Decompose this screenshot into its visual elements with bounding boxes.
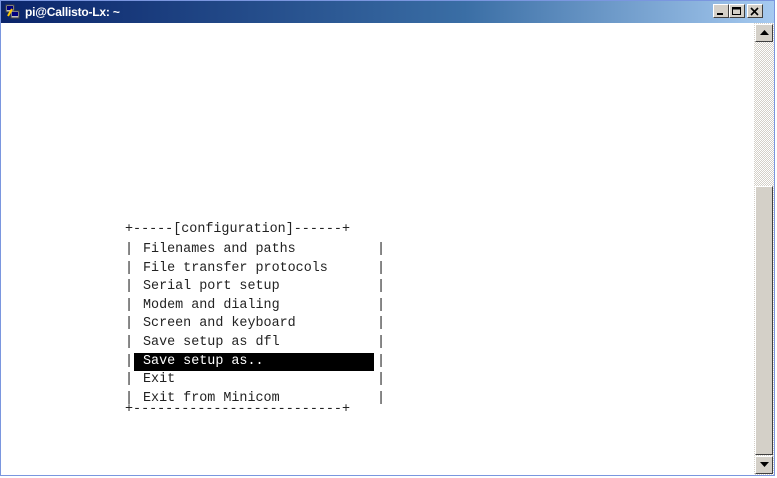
menu-item-label: Screen and keyboard bbox=[143, 316, 296, 332]
putty-icon[interactable] bbox=[5, 4, 21, 20]
menu-right-border: | bbox=[377, 316, 386, 332]
menu-right-border: | bbox=[377, 260, 386, 276]
menu-item-label: Serial port setup bbox=[143, 279, 280, 295]
menu-left-border: | bbox=[125, 334, 134, 350]
menu-right-border: | bbox=[377, 390, 386, 406]
menu-right-border: | bbox=[377, 334, 386, 350]
menu-item[interactable]: | Filenames and paths | bbox=[125, 241, 387, 260]
menu-item-label: Save setup as.. bbox=[143, 353, 264, 369]
scroll-up-button[interactable] bbox=[755, 24, 773, 42]
configuration-menu: +-----[configuration]------+ | Filenames … bbox=[125, 222, 387, 418]
scroll-down-button[interactable] bbox=[755, 456, 773, 474]
scroll-thumb[interactable] bbox=[755, 186, 773, 455]
menu-item[interactable]: | Modem and dialing | bbox=[125, 297, 387, 316]
minimize-button[interactable] bbox=[713, 4, 729, 18]
menu-item-label: Filenames and paths bbox=[143, 242, 296, 257]
menu-top-border: +-----[configuration]------+ bbox=[125, 222, 350, 237]
menu-item[interactable]: | File transfer protocols | bbox=[125, 260, 387, 279]
menu-left-border: | bbox=[125, 297, 134, 313]
menu-item-label: Modem and dialing bbox=[143, 297, 280, 313]
menu-right-border: | bbox=[377, 353, 386, 369]
title-bar[interactable]: pi@Callisto-Lx: ~ bbox=[1, 1, 774, 23]
menu-items: | Filenames and paths | | File transfer prot… bbox=[125, 241, 387, 408]
menu-item-label: Save setup as dfl bbox=[143, 334, 280, 350]
menu-item[interactable]: | Save setup as.. | bbox=[125, 352, 387, 372]
menu-left-border: | bbox=[125, 372, 134, 388]
close-button[interactable] bbox=[747, 4, 763, 18]
menu-left-border: | bbox=[125, 260, 134, 276]
maximize-icon bbox=[732, 7, 741, 15]
menu-item[interactable]: | Save setup as dfl | bbox=[125, 334, 387, 353]
terminal-window: pi@Callisto-Lx: ~ +-----[configuration]-… bbox=[0, 0, 775, 476]
menu-item[interactable]: | Screen and keyboard | bbox=[125, 315, 387, 334]
menu-item-label: File transfer protocols bbox=[143, 260, 328, 276]
menu-item[interactable]: | Exit | bbox=[125, 371, 387, 390]
window-title: pi@Callisto-Lx: ~ bbox=[25, 5, 120, 19]
menu-item-label: Exit bbox=[143, 372, 176, 388]
menu-right-border: | bbox=[377, 279, 386, 295]
arrow-down-icon bbox=[760, 462, 769, 467]
menu-right-border: | bbox=[377, 372, 386, 388]
close-icon bbox=[750, 7, 759, 16]
menu-bottom-border: +--------------------------+ bbox=[125, 402, 350, 417]
menu-item[interactable]: | Serial port setup | bbox=[125, 278, 387, 297]
menu-left-border: | bbox=[125, 242, 134, 257]
menu-left-border: | bbox=[125, 353, 134, 369]
terminal-area[interactable]: +-----[configuration]------+ | Filenames … bbox=[1, 23, 753, 475]
menu-right-border: | bbox=[377, 242, 386, 257]
maximize-button[interactable] bbox=[729, 4, 745, 18]
menu-left-border: | bbox=[125, 316, 134, 332]
minimize-icon bbox=[717, 13, 723, 15]
arrow-up-icon bbox=[760, 30, 769, 35]
vertical-scrollbar[interactable] bbox=[754, 23, 774, 475]
menu-right-border: | bbox=[377, 297, 386, 313]
menu-left-border: | bbox=[125, 279, 134, 295]
